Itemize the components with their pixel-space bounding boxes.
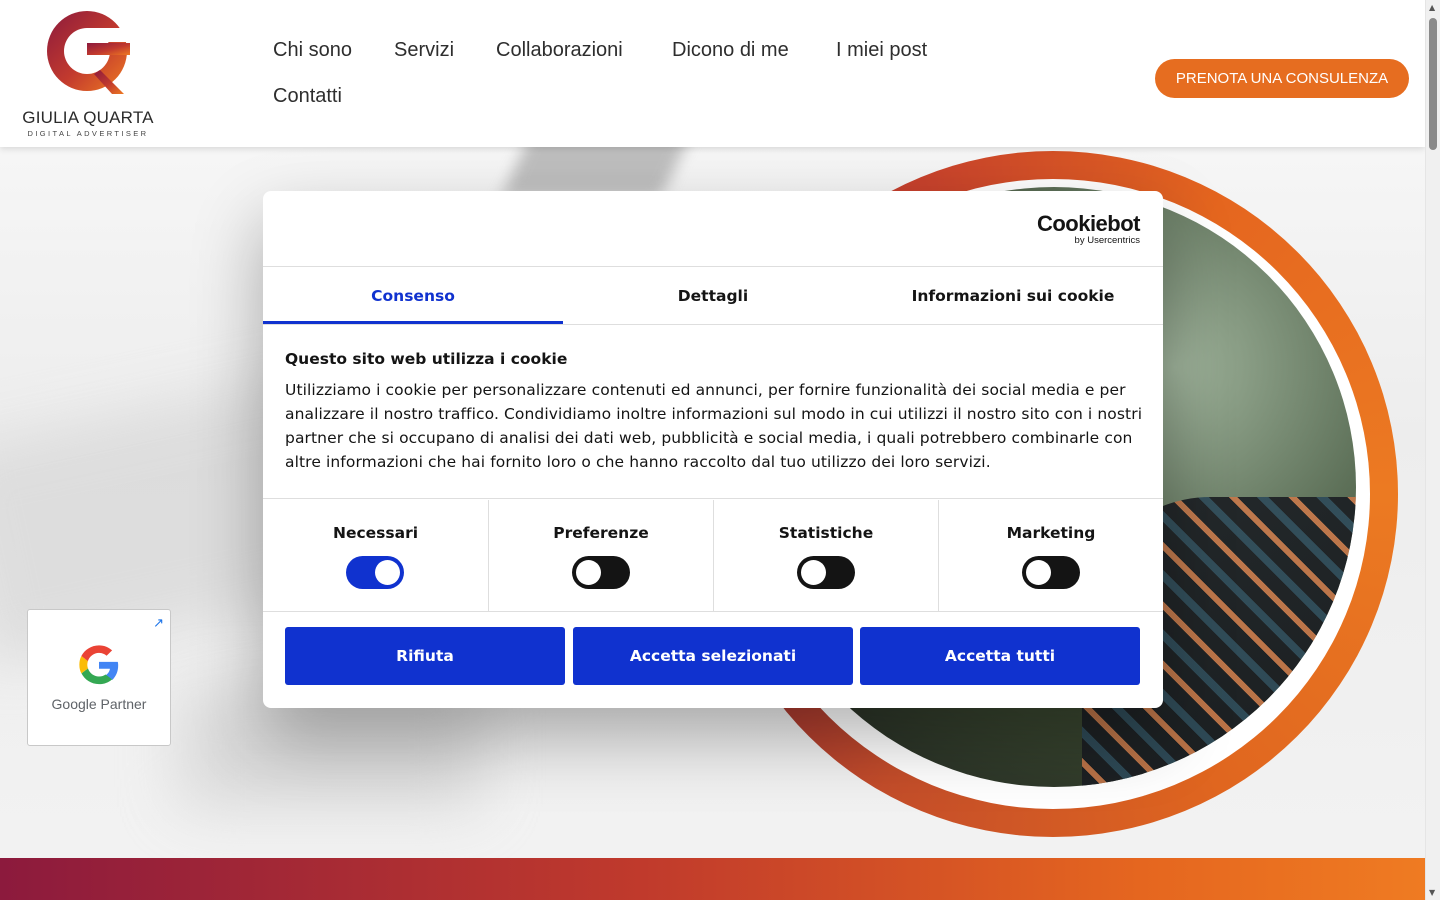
toggle-knob (375, 560, 400, 585)
accept-all-button[interactable]: Accetta tutti (860, 627, 1140, 685)
site-logo[interactable]: GIULIA QUARTA DIGITAL ADVERTISER (18, 8, 158, 140)
scroll-down-arrow-icon[interactable]: ▼ (1429, 888, 1435, 897)
logo-name: GIULIA QUARTA (22, 108, 154, 127)
hero-background-blur (501, 147, 699, 197)
dialog-title: Questo sito web utilizza i cookie (285, 350, 568, 368)
nav-item-chi-sono[interactable]: Chi sono (273, 39, 352, 62)
category-preferenze: Preferenze (488, 500, 713, 611)
google-partner-badge[interactable]: ↗ Google Partner (27, 609, 171, 746)
gradient-band (0, 858, 1425, 900)
tab-informazioni-sui-cookie[interactable]: Informazioni sui cookie (863, 267, 1163, 324)
preferenze-toggle[interactable] (572, 556, 630, 589)
toggle-knob (576, 560, 601, 585)
tab-consenso[interactable]: Consenso (263, 267, 563, 324)
category-label: Statistiche (778, 524, 874, 542)
google-g-icon (79, 645, 119, 685)
logo-tagline: DIGITAL ADVERTISER (27, 129, 149, 138)
cookiebot-logo: Cookiebot by Usercentrics (1036, 211, 1141, 247)
toggle-knob (801, 560, 826, 585)
tab-dettagli[interactable]: Dettagli (563, 267, 863, 324)
dialog-description: Utilizziamo i cookie per personalizzare … (285, 381, 1143, 471)
site-header: GIULIA QUARTA DIGITAL ADVERTISER Chi son… (0, 0, 1425, 147)
logo-g-mark-icon (47, 11, 130, 94)
marketing-toggle[interactable] (1022, 556, 1080, 589)
nav-item-contatti[interactable]: Contatti (273, 85, 342, 108)
category-marketing: Marketing (938, 500, 1163, 611)
statistiche-toggle[interactable] (797, 556, 855, 589)
nav-item-dicono-di-me[interactable]: Dicono di me (672, 39, 789, 62)
google-partner-label: Google Partner (51, 696, 147, 712)
category-statistiche: Statistiche (713, 500, 938, 611)
toggle-knob (1026, 560, 1051, 585)
divider (263, 611, 1163, 612)
category-label: Necessari (332, 524, 419, 542)
necessari-toggle[interactable] (346, 556, 404, 589)
nav-item-i-miei-post[interactable]: I miei post (836, 39, 927, 62)
page-scrollbar[interactable]: ▲ ▼ (1425, 0, 1440, 900)
external-link-icon[interactable]: ↗ (153, 616, 164, 631)
nav-item-servizi[interactable]: Servizi (394, 39, 454, 62)
book-consultation-button[interactable]: PRENOTA UNA CONSULENZA (1155, 59, 1409, 98)
reject-button[interactable]: Rifiuta (285, 627, 565, 685)
divider (263, 324, 1163, 325)
scrollbar-thumb[interactable] (1429, 18, 1437, 150)
divider (263, 498, 1163, 499)
accept-selected-button[interactable]: Accetta selezionati (573, 627, 853, 685)
category-label: Marketing (1006, 524, 1096, 542)
nav-item-collaborazioni[interactable]: Collaborazioni (496, 39, 623, 62)
category-necessari: Necessari (263, 500, 488, 611)
category-label: Preferenze (553, 524, 649, 542)
cookie-consent-dialog: Cookiebot by Usercentrics Consenso Detta… (263, 191, 1163, 708)
scroll-up-arrow-icon[interactable]: ▲ (1429, 3, 1435, 12)
